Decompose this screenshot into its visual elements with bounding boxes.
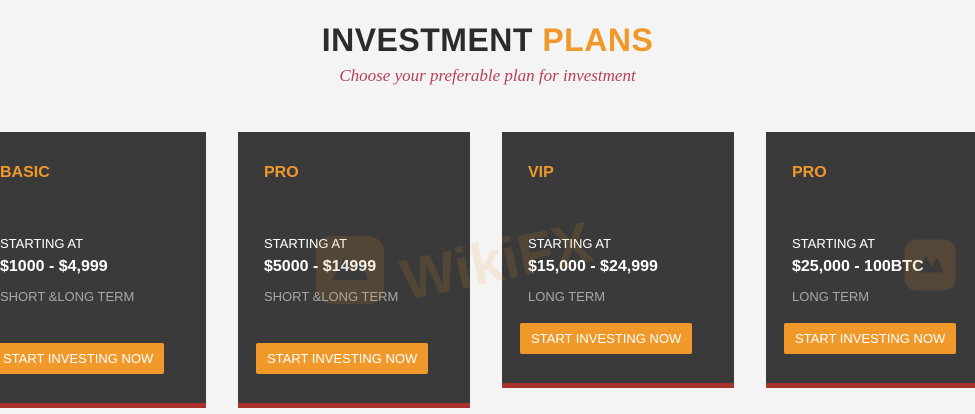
card-accent-bar (502, 383, 734, 388)
plan-card-pro: PRO STARTING AT $5000 - $14999 SHORT &LO… (238, 132, 470, 408)
title-word-investment: INVESTMENT (321, 22, 533, 58)
plan-name: BASIC (0, 164, 50, 181)
plan-card-pro-btc: PRO STARTING AT $25,000 - 100BTC LONG TE… (766, 132, 975, 388)
plan-price-range: $5000 - $14999 (264, 258, 377, 275)
section-subtitle: Choose your preferable plan for investme… (339, 66, 636, 85)
start-investing-button[interactable]: START INVESTING NOW (520, 323, 693, 354)
plan-starting-label: STARTING AT (264, 236, 348, 251)
section-title: INVESTMENT PLANS (0, 22, 975, 58)
plan-name: PRO (264, 164, 299, 181)
title-word-plans: PLANS (542, 22, 654, 58)
card-accent-bar (0, 403, 206, 408)
plan-term: LONG TERM (528, 289, 606, 304)
plan-term: LONG TERM (792, 289, 870, 304)
plan-name: VIP (528, 164, 554, 181)
start-investing-button[interactable]: START INVESTING NOW (256, 343, 429, 374)
plan-name: PRO (792, 164, 827, 181)
plan-price-range: $25,000 - 100BTC (792, 258, 924, 275)
plan-card-basic: BASIC STARTING AT $1000 - $4,999 SHORT &… (0, 132, 206, 408)
plan-starting-label: STARTING AT (528, 236, 612, 251)
plan-term: SHORT &LONG TERM (264, 289, 399, 304)
plan-price-range: $1000 - $4,999 (0, 258, 108, 275)
plan-card-vip: VIP STARTING AT $15,000 - $24,999 LONG T… (502, 132, 734, 388)
start-investing-button[interactable]: START INVESTING NOW (0, 343, 165, 374)
plan-starting-label: STARTING AT (0, 236, 84, 251)
plan-price-range: $15,000 - $24,999 (528, 258, 658, 275)
card-accent-bar (238, 403, 470, 408)
plan-starting-label: STARTING AT (792, 236, 876, 251)
start-investing-button[interactable]: START INVESTING NOW (784, 323, 957, 354)
section-header: INVESTMENT PLANS Choose your preferable … (0, 22, 975, 86)
card-accent-bar (766, 383, 975, 388)
plan-term: SHORT &LONG TERM (0, 289, 135, 304)
